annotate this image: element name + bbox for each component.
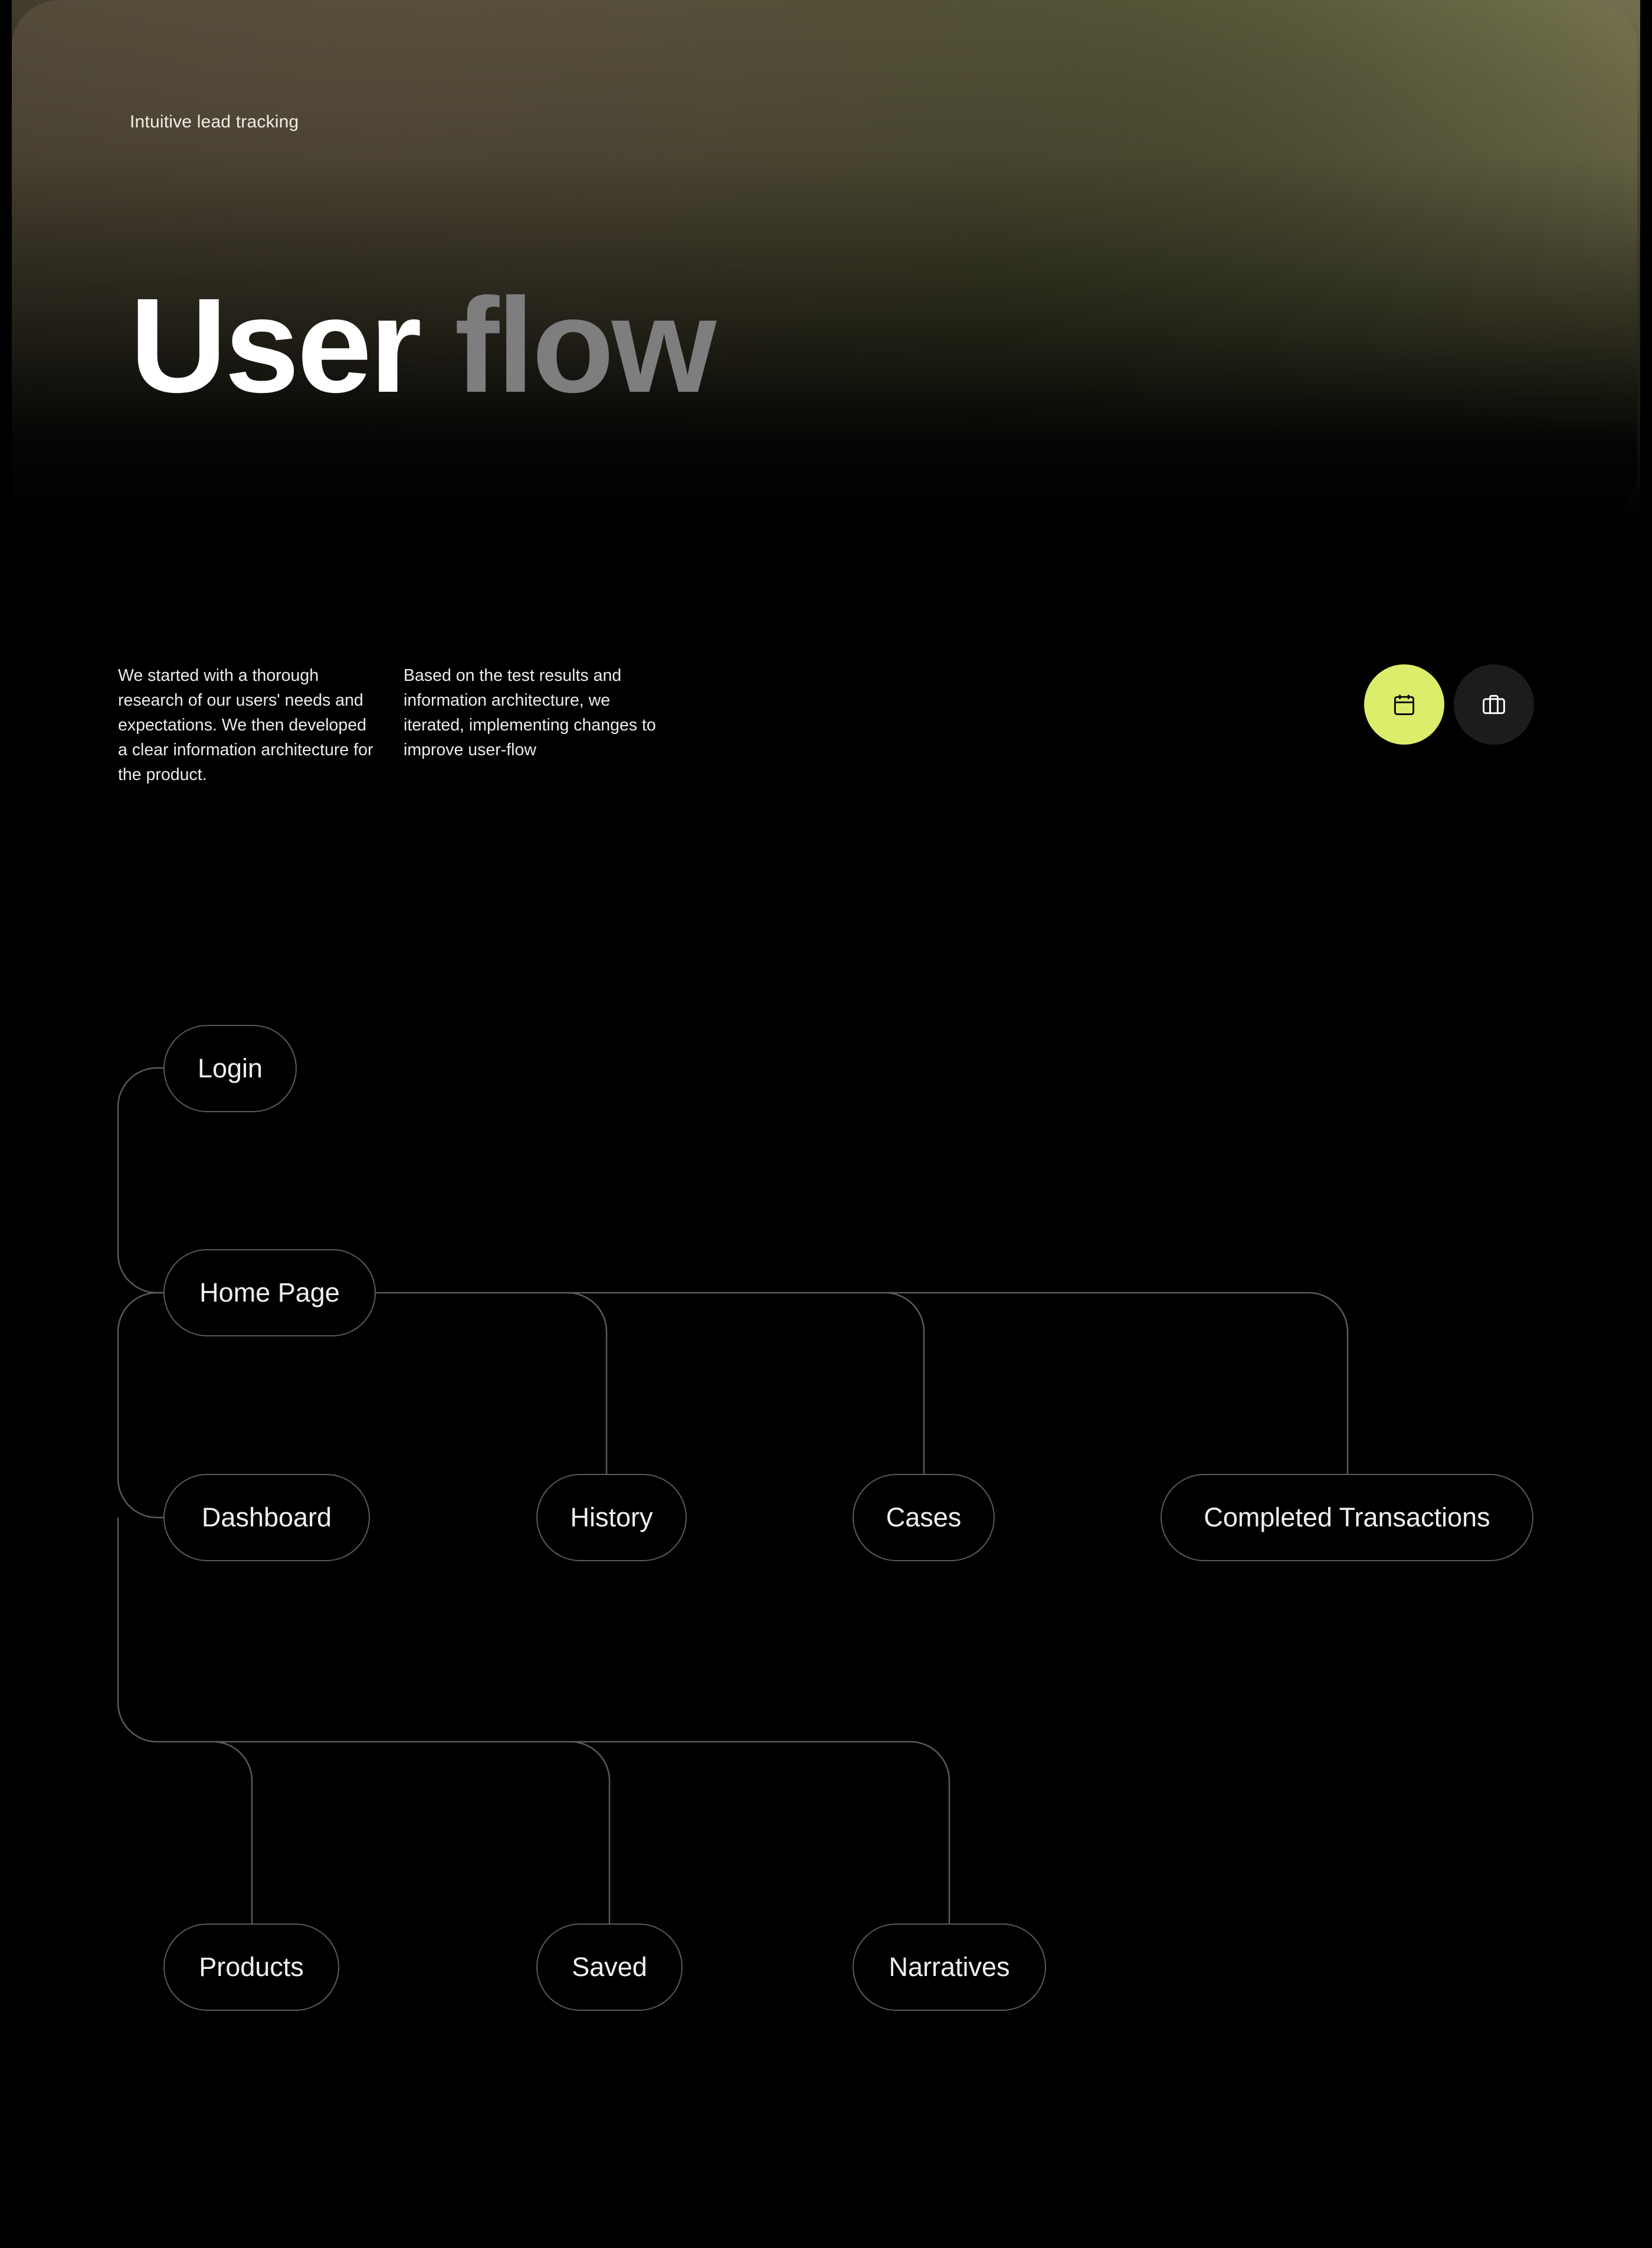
flow-node-saved[interactable]: Saved bbox=[536, 1923, 683, 2011]
flow-node-products[interactable]: Products bbox=[163, 1923, 339, 2011]
node-label: Saved bbox=[572, 1952, 647, 1982]
node-label: Cases bbox=[886, 1502, 962, 1532]
node-label: Completed Transactions bbox=[1204, 1502, 1490, 1532]
calendar-view-button[interactable] bbox=[1364, 664, 1444, 745]
connector-to-narratives bbox=[910, 1741, 950, 1923]
connector-to-completed-transactions bbox=[1308, 1292, 1349, 1474]
node-label: Dashboard bbox=[201, 1502, 332, 1532]
intro-paragraph-research: We started with a thorough research of o… bbox=[118, 666, 373, 784]
connector-home-dashboard bbox=[117, 1292, 163, 1519]
title-word-user: User bbox=[130, 271, 422, 421]
flow-node-home-page[interactable]: Home Page bbox=[163, 1249, 376, 1336]
flow-node-login[interactable]: Login bbox=[163, 1025, 297, 1112]
flow-node-cases[interactable]: Cases bbox=[853, 1474, 995, 1561]
flow-node-completed-transactions[interactable]: Completed Transactions bbox=[1161, 1474, 1533, 1561]
hero-kicker: Intuitive lead tracking bbox=[130, 112, 299, 132]
flow-node-history[interactable]: History bbox=[536, 1474, 687, 1561]
hero-banner: Intuitive lead tracking User flow bbox=[12, 0, 1637, 519]
connector-to-products bbox=[212, 1741, 253, 1923]
connector-to-saved bbox=[570, 1741, 611, 1923]
flow-node-dashboard[interactable]: Dashboard bbox=[163, 1474, 370, 1561]
connector-to-cases bbox=[884, 1292, 925, 1474]
calendar-icon bbox=[1394, 694, 1415, 715]
briefcase-view-button[interactable] bbox=[1454, 664, 1534, 745]
connector-login-home bbox=[117, 1067, 163, 1294]
node-label: Home Page bbox=[199, 1277, 340, 1307]
title-word-flow: flow bbox=[454, 271, 716, 421]
briefcase-icon bbox=[1483, 694, 1505, 715]
node-label: Products bbox=[199, 1952, 304, 1982]
flow-node-narratives[interactable]: Narratives bbox=[853, 1923, 1046, 2011]
node-label: Narratives bbox=[889, 1952, 1010, 1982]
intro-paragraph-iteration: Based on the test results and informatio… bbox=[404, 666, 656, 759]
node-label: Login bbox=[197, 1053, 263, 1083]
page-title: User flow bbox=[130, 268, 716, 423]
connector-to-history bbox=[567, 1292, 608, 1474]
node-label: History bbox=[570, 1502, 653, 1532]
